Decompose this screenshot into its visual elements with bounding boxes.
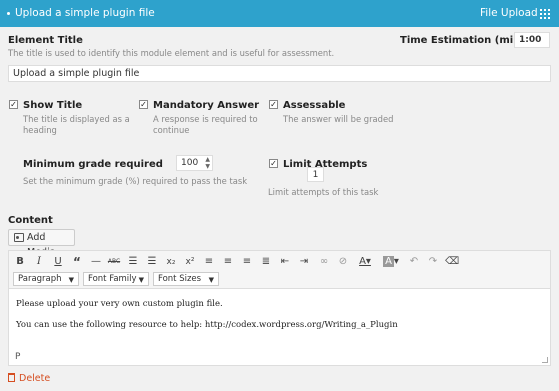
chevron-down-icon: ▼ — [68, 276, 74, 284]
drag-handle-icon[interactable] — [540, 9, 550, 19]
limit-attempts-input[interactable]: 1 — [307, 167, 324, 182]
outdent-icon[interactable]: ⇤ — [278, 255, 292, 269]
font-size-select-value: Font Sizes — [158, 274, 202, 284]
align-center-icon[interactable]: ≡ — [221, 255, 235, 269]
bullet-list-icon[interactable]: ☰ — [126, 255, 140, 269]
element-header-title: Upload a simple plugin file — [15, 7, 155, 19]
strikethrough-icon[interactable]: ABC — [107, 255, 121, 269]
minimum-grade-help: Set the minimum grade (%) required to pa… — [23, 176, 248, 186]
chevron-down-icon: ▼ — [138, 276, 144, 284]
limit-attempts-checkbox[interactable]: ✓ — [269, 159, 278, 168]
bold-icon[interactable]: B — [13, 255, 27, 269]
format-select[interactable]: Paragraph ▼ — [13, 272, 79, 286]
time-estimation-input[interactable]: 1:00 — [514, 32, 550, 48]
editor-content-area[interactable]: Please upload your very own custom plugi… — [9, 290, 550, 350]
show-title-help: The title is displayed as a heading — [23, 114, 130, 135]
align-left-icon[interactable]: ≡ — [202, 255, 216, 269]
element-title-input[interactable]: Upload a simple plugin file — [8, 65, 551, 82]
mandatory-answer-label: Mandatory Answer — [153, 100, 260, 111]
assessable-checkbox[interactable]: ✓ — [269, 100, 278, 109]
bullet-icon — [7, 12, 10, 15]
superscript-icon[interactable]: x² — [183, 255, 197, 269]
limit-attempts-label: Limit Attempts — [283, 159, 368, 170]
minimum-grade-value: 100 — [181, 158, 199, 168]
media-icon — [14, 233, 24, 242]
subscript-icon[interactable]: x₂ — [164, 255, 178, 269]
italic-icon[interactable]: I — [32, 255, 46, 269]
element-type-label: File Upload — [480, 7, 538, 19]
minimum-grade-label: Minimum grade required — [23, 159, 163, 170]
numbered-list-icon[interactable]: ☰ — [145, 255, 159, 269]
assessable-help: The answer will be graded — [283, 114, 394, 124]
clear-formatting-icon[interactable]: ⌫ — [445, 255, 459, 269]
indent-icon[interactable]: ⇥ — [297, 255, 311, 269]
element-header[interactable]: Upload a simple plugin file File Upload — [0, 0, 559, 27]
background-color-icon[interactable]: A ▾ — [381, 255, 401, 269]
trash-icon — [8, 373, 15, 382]
assessable-label: Assessable — [283, 100, 346, 111]
undo-icon[interactable]: ↶ — [407, 255, 421, 269]
element-path[interactable]: P — [15, 352, 20, 362]
content-label: Content — [8, 215, 53, 226]
editor-toolbar: B I U “ — ABC ☰ ☰ x₂ x² ≡ ≡ ≡ ≣ ⇤ ⇥ ∞ ⊘ … — [9, 251, 550, 289]
grade-stepper-icon[interactable]: ▲ ▼ — [205, 156, 210, 170]
font-family-select-value: Font Family — [88, 274, 137, 284]
element-title-help: The title is used to identify this modul… — [8, 48, 335, 58]
redo-icon[interactable]: ↷ — [426, 255, 440, 269]
chevron-down-icon: ▼ — [208, 276, 214, 284]
unlink-icon[interactable]: ⊘ — [336, 255, 350, 269]
module-element-panel: Upload a simple plugin file File Upload … — [0, 0, 559, 391]
horizontal-rule-icon[interactable]: — — [89, 255, 103, 269]
limit-attempts-help: Limit attempts of this task — [268, 187, 379, 197]
mandatory-answer-checkbox[interactable]: ✓ — [139, 100, 148, 109]
delete-button[interactable]: Delete — [8, 373, 50, 384]
align-right-icon[interactable]: ≡ — [240, 255, 254, 269]
show-title-label: Show Title — [23, 100, 83, 111]
time-estimation-label: Time Estimation (mins) — [400, 35, 531, 46]
font-family-select[interactable]: Font Family ▼ — [83, 272, 149, 286]
editor-statusbar: P — [9, 350, 550, 365]
minimum-grade-input[interactable]: 100 ▲ ▼ — [176, 155, 213, 171]
resize-handle-icon[interactable] — [542, 357, 548, 363]
align-justify-icon[interactable]: ≣ — [259, 255, 273, 269]
rich-text-editor: B I U “ — ABC ☰ ☰ x₂ x² ≡ ≡ ≡ ≣ ⇤ ⇥ ∞ ⊘ … — [8, 250, 551, 366]
element-title-label: Element Title — [8, 35, 83, 46]
format-select-value: Paragraph — [18, 274, 62, 284]
delete-label: Delete — [19, 373, 51, 384]
underline-icon[interactable]: U — [51, 255, 65, 269]
content-paragraph: You can use the following resource to he… — [16, 320, 398, 330]
link-icon[interactable]: ∞ — [317, 255, 331, 269]
font-size-select[interactable]: Font Sizes ▼ — [153, 272, 219, 286]
content-paragraph: Please upload your very own custom plugi… — [16, 299, 223, 309]
blockquote-icon[interactable]: “ — [70, 255, 84, 269]
mandatory-answer-help: A response is required to continue — [153, 114, 258, 135]
add-media-button[interactable]: Add Media — [8, 229, 75, 258]
show-title-checkbox[interactable]: ✓ — [9, 100, 18, 109]
text-color-icon[interactable]: A▾ — [355, 255, 375, 269]
